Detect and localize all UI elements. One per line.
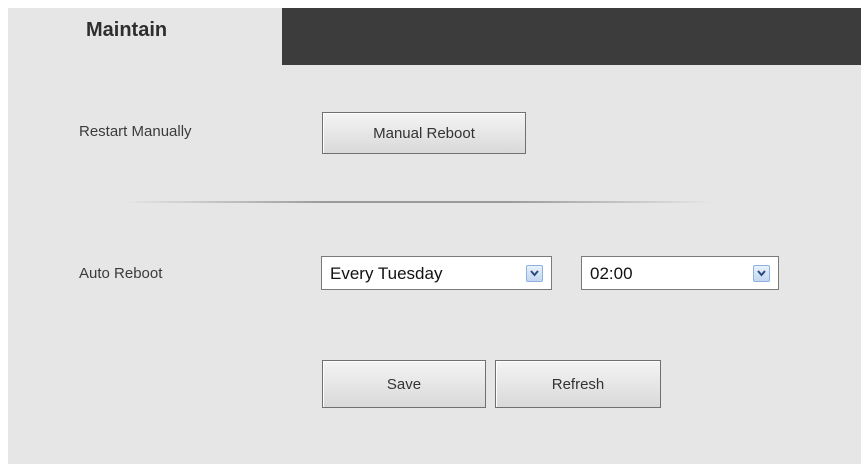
reboot-time-value: 02:00 [590,264,633,283]
maintain-panel: Maintain Restart Manually Manual Reboot … [8,8,861,464]
reboot-day-select[interactable]: Every Tuesday [321,256,552,290]
chevron-down-icon[interactable] [526,265,543,282]
tab-maintain[interactable]: Maintain [8,8,282,65]
chevron-down-icon[interactable] [753,265,770,282]
manual-reboot-button[interactable]: Manual Reboot [322,112,526,154]
reboot-day-value: Every Tuesday [330,264,443,283]
auto-reboot-label: Auto Reboot [79,265,163,282]
section-divider [123,201,713,203]
refresh-button[interactable]: Refresh [495,360,661,408]
save-button[interactable]: Save [322,360,486,408]
reboot-time-select[interactable]: 02:00 [581,256,779,290]
restart-manually-label: Restart Manually [79,123,192,140]
